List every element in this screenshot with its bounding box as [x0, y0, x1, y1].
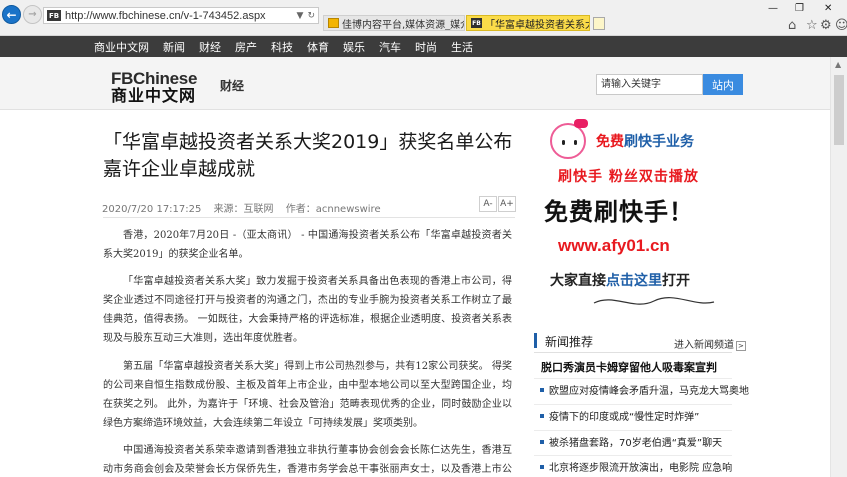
tab-label: 佳博内容平台,媒体资源_媒介资...	[342, 19, 464, 31]
tab-favicon-icon: FB	[471, 18, 482, 28]
site-header: FBChinese 商业中文网 财经 请输入关键字 站内	[0, 57, 847, 110]
search-input[interactable]: 请输入关键字	[596, 74, 703, 95]
news-title: 新闻推荐	[545, 335, 594, 349]
sitenav-item[interactable]: 汽车	[379, 39, 401, 55]
news-item[interactable]: 被杀猪盘套路，70岁老伯遇“真爱”聊天	[534, 430, 732, 452]
article-source: 来源：互联网	[213, 204, 274, 215]
section-title: 财经	[220, 79, 245, 93]
news-item[interactable]: 北京将逐步限流开放演出，电影院 应急响	[534, 455, 732, 477]
divider	[103, 217, 515, 218]
sitenav-item[interactable]: 生活	[451, 39, 473, 55]
search-dropdown-icon[interactable]: ▼	[297, 11, 304, 21]
refresh-icon[interactable]: ↻	[307, 11, 315, 21]
bullet-icon	[540, 439, 544, 444]
restore-icon[interactable]: ❐	[795, 3, 804, 14]
article-paragraph: 第五届「华富卓越投资者关系大奖」得到上市公司热烈参与，共有12家公司获奖。 得奖…	[103, 361, 512, 429]
back-arrow-icon[interactable]: ←	[2, 5, 21, 24]
browser-chrome: ← → FB http://www.fbchinese.cn/v-1-74345…	[0, 0, 847, 36]
advertisement-banner[interactable]: 免费刷快手业务 刷快手 粉丝双击播放 免费刷快手！ www.afy01.cn 大…	[534, 117, 732, 315]
sitenav-item[interactable]: 商业中文网	[94, 39, 149, 55]
new-tab-button[interactable]	[593, 17, 605, 30]
site-favicon-icon: FB	[47, 10, 61, 21]
settings-gear-icon[interactable]: ⚙	[820, 18, 832, 33]
news-item[interactable]: 欧盟应对疫情峰会矛盾升温，马克龙大骂奥地	[534, 378, 749, 400]
page-scrollbar[interactable]: ▲	[830, 57, 847, 477]
sitenav-item[interactable]: 体育	[307, 39, 329, 55]
tab-favicon-icon	[328, 18, 339, 28]
site-logo[interactable]: FBChinese 商业中文网	[111, 70, 197, 104]
scroll-up-icon[interactable]: ▲	[835, 60, 841, 69]
ad-underline-scribble	[593, 297, 715, 305]
close-window-icon[interactable]: ✕	[824, 3, 832, 14]
address-url[interactable]: http://www.fbchinese.cn/v-1-743452.aspx	[65, 10, 266, 22]
address-bar[interactable]: FB http://www.fbchinese.cn/v-1-743452.as…	[43, 7, 319, 24]
font-smaller-button[interactable]: A-	[479, 196, 497, 212]
tab-label: 「华富卓越投资者关系大奖2...	[485, 19, 589, 31]
minimize-icon[interactable]: —	[768, 3, 778, 14]
search-button[interactable]: 站内	[703, 74, 743, 95]
smiley-feedback-icon[interactable]: ☺	[835, 18, 847, 33]
news-more-link[interactable]: 进入新闻频道 >	[674, 336, 746, 351]
logo-chinese: 商业中文网	[111, 86, 197, 105]
home-icon[interactable]: ⌂	[788, 18, 796, 33]
sitenav-item[interactable]: 房产	[235, 39, 257, 55]
sitenav-item[interactable]: 科技	[271, 39, 293, 55]
sitenav-item[interactable]: 娱乐	[343, 39, 365, 55]
browser-tab[interactable]: 佳博内容平台,媒体资源_媒介资...	[323, 15, 465, 31]
article-title: 「华富卓越投资者关系大奖2019」获奖名单公布嘉许企业卓越成就	[103, 131, 513, 180]
article-meta: 2020/7/20 17:17:25 来源：互联网 作者：acnnewswire	[102, 200, 390, 215]
article-paragraph: 中国通海投资者关系荣幸邀请到香港独立非执行董事协会创会会长陈仁达先生，香港互动市…	[103, 445, 512, 475]
bullet-icon	[540, 464, 544, 469]
sitenav-item[interactable]: 新闻	[163, 39, 185, 55]
bullet-icon	[540, 387, 544, 392]
more-arrow-icon: >	[736, 341, 746, 351]
favorites-star-icon[interactable]: ☆	[806, 18, 818, 33]
article-paragraph: 「华富卓越投资者关系大奖」致力发掘于投资者关系具备出色表现的香港上市公司，得奖企…	[103, 276, 512, 344]
browser-tab-active[interactable]: FB 「华富卓越投资者关系大奖2... ✕	[466, 15, 590, 31]
news-headline[interactable]: 脱口秀演员卡姆穿留他人吸毒案宣判	[541, 359, 717, 375]
forward-arrow-icon[interactable]: →	[23, 5, 42, 24]
article-paragraph: 香港，2020年7月20日 -（亚太商讯） - 中国通海投资者关系公布「华富卓越…	[103, 230, 512, 260]
font-larger-button[interactable]: A+	[498, 196, 516, 212]
scroll-thumb[interactable]	[834, 75, 844, 145]
article-date: 2020/7/20 17:17:25	[102, 204, 202, 215]
news-item[interactable]: 疫情下的印度或成“慢性定时炸弹”	[534, 404, 732, 426]
site-nav-bar: 商业中文网 新闻 财经 房产 科技 体育 娱乐 汽车 时尚 生活	[0, 36, 847, 57]
sitenav-item[interactable]: 财经	[199, 39, 221, 55]
bullet-icon	[540, 413, 544, 418]
logo-english: FBChinese	[111, 69, 198, 88]
article-author: 作者：acnnewswire	[285, 204, 381, 215]
sitenav-item[interactable]: 时尚	[415, 39, 437, 55]
news-header: 新闻推荐 进入新闻频道 >	[534, 329, 746, 353]
